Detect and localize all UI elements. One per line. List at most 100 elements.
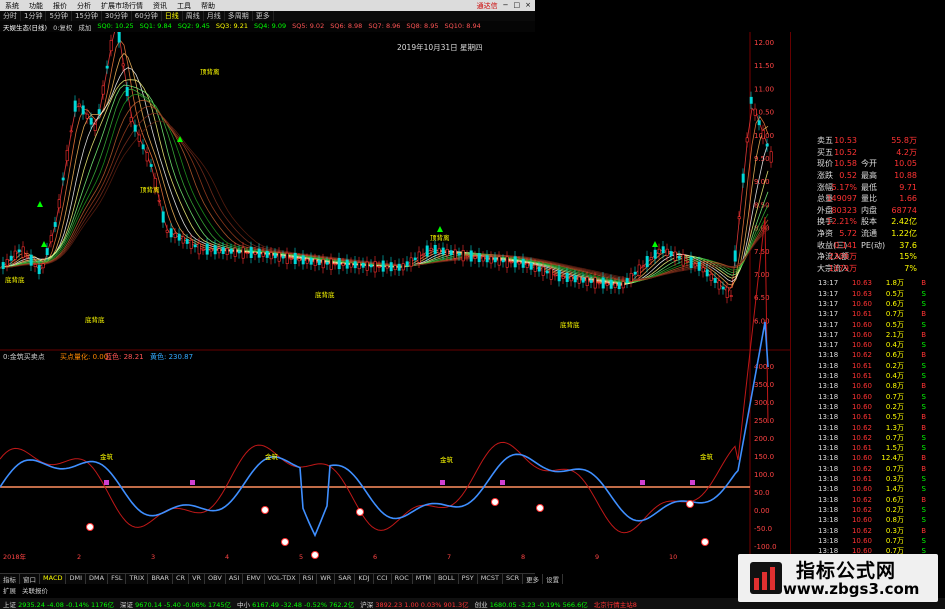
candle-body bbox=[17, 249, 21, 253]
indicator-tab[interactable]: PSY bbox=[459, 574, 478, 584]
index-quote[interactable]: 深证 9670.14 -5.40 -0.06% 1745亿 bbox=[117, 599, 234, 609]
tick-price: 10.60 bbox=[851, 485, 872, 494]
period-tab[interactable]: 1分钟 bbox=[21, 11, 47, 21]
indicator-tab[interactable]: VOL-TDX bbox=[265, 574, 300, 584]
index-quote[interactable]: 创业 1680.05 -3.23 -0.19% 566.6亿 bbox=[472, 599, 591, 609]
indicator-tab[interactable]: WR bbox=[317, 574, 336, 584]
candle-body bbox=[361, 262, 365, 268]
indicator-tab[interactable]: MCST bbox=[478, 574, 503, 584]
index-quote[interactable]: 北京行情主站8 bbox=[591, 599, 640, 609]
menu-item[interactable]: 系统 bbox=[0, 1, 24, 11]
indicator-tab[interactable]: CCI bbox=[374, 574, 392, 584]
tick-price: 10.60 bbox=[851, 454, 872, 463]
indicator-tab[interactable]: 窗口 bbox=[20, 574, 40, 584]
index-name: 中小 bbox=[237, 600, 253, 609]
indicator-tab[interactable]: CR bbox=[173, 574, 190, 584]
indicator-tab[interactable]: DMA bbox=[86, 574, 109, 584]
indicator-tab[interactable]: EMV bbox=[243, 574, 265, 584]
index-values: 3892.23 1.00 0.03% 901.3亿 bbox=[375, 600, 469, 609]
x-tick: 7 bbox=[447, 553, 451, 560]
menu-bar: 系统 功能 报价 分析 扩展市场行情 资讯 工具 帮助 通达信 − □ × bbox=[0, 0, 535, 11]
menu-item[interactable]: 帮助 bbox=[196, 1, 220, 11]
indicator-tab[interactable]: ASI bbox=[226, 574, 244, 584]
tab-related-quote[interactable]: 关联报价 bbox=[19, 585, 51, 596]
tick-volume: 0.5万 bbox=[885, 413, 904, 422]
indicator-tab[interactable]: 更多 bbox=[523, 574, 544, 584]
tick-price: 10.61 bbox=[851, 475, 872, 484]
period-tab[interactable]: 更多 bbox=[253, 11, 274, 21]
period-tab[interactable]: 30分钟 bbox=[102, 11, 132, 21]
menu-item[interactable]: 功能 bbox=[24, 1, 48, 11]
buy-point-icon bbox=[356, 508, 364, 516]
tick-time: 13:17 bbox=[818, 341, 839, 350]
tick-time: 13:18 bbox=[818, 361, 839, 370]
period-tab[interactable]: 日线 bbox=[162, 11, 183, 21]
period-tab[interactable]: 5分钟 bbox=[46, 11, 72, 21]
tick-price: 10.62 bbox=[851, 464, 872, 473]
candle-body bbox=[425, 245, 429, 257]
candle-body bbox=[505, 256, 509, 268]
indicator-tab[interactable]: MACD bbox=[40, 574, 67, 584]
indicator-tab[interactable]: 设置 bbox=[543, 574, 564, 584]
candle-body bbox=[569, 276, 573, 282]
indicator-tab[interactable]: FSL bbox=[108, 574, 127, 584]
tick-time: 13:18 bbox=[818, 454, 839, 463]
candle-body bbox=[289, 258, 293, 260]
indicator-tab[interactable]: ROC bbox=[392, 574, 413, 584]
kline-chart[interactable]: 12.0011.5011.0010.5010.009.509.008.508.0… bbox=[0, 32, 790, 560]
y-tick-upper: 6.00 bbox=[754, 317, 770, 325]
indicator-tab[interactable]: OBV bbox=[205, 574, 226, 584]
indicator-tab[interactable]: DMI bbox=[66, 574, 87, 584]
period-tab[interactable]: 60分钟 bbox=[132, 11, 162, 21]
indicator-tab[interactable]: 指标 bbox=[0, 574, 20, 584]
y-tick-upper: 11.50 bbox=[754, 62, 774, 70]
menu-item[interactable]: 扩展市场行情 bbox=[96, 1, 148, 11]
indicator-tab[interactable]: BRAR bbox=[148, 574, 173, 584]
indicator-tab[interactable]: TRIX bbox=[126, 574, 149, 584]
minimize-icon[interactable]: − bbox=[503, 1, 509, 11]
quote-row: 涨幅 5.17% 最低 9.71 bbox=[791, 181, 945, 193]
index-quote[interactable]: 沪深 3892.23 1.00 0.03% 901.3亿 bbox=[357, 599, 471, 609]
candle-body bbox=[117, 32, 121, 43]
candle-body bbox=[549, 268, 553, 280]
indicator-tab[interactable]: MTM bbox=[413, 574, 435, 584]
indicator-tab[interactable]: SCR bbox=[503, 574, 524, 584]
quote-row: 涨跌 0.52 最高 10.88 bbox=[791, 170, 945, 182]
candle-body bbox=[129, 117, 133, 122]
tick-volume: 0.7万 bbox=[885, 310, 904, 319]
date-label: 2019年10月31日 星期四 bbox=[397, 43, 483, 52]
tick-side: B bbox=[921, 413, 926, 422]
menu-item[interactable]: 分析 bbox=[72, 1, 96, 11]
close-icon[interactable]: × bbox=[525, 1, 531, 11]
index-quote[interactable]: 上证 2935.24 -4.08 -0.14% 1176亿 bbox=[0, 599, 117, 609]
indicator-tab[interactable]: BOLL bbox=[435, 574, 459, 584]
candle-body bbox=[621, 281, 625, 289]
tick-time: 13:18 bbox=[818, 516, 839, 525]
period-tab[interactable]: 分时 bbox=[0, 11, 21, 21]
indicator-tab[interactable]: SAR bbox=[335, 574, 356, 584]
period-tab[interactable]: 月线 bbox=[204, 11, 225, 21]
candle-body bbox=[521, 258, 525, 268]
tab-extension[interactable]: 扩展 bbox=[0, 585, 19, 596]
period-tab[interactable]: 15分钟 bbox=[72, 11, 102, 21]
indicator-tab[interactable]: KDJ bbox=[355, 574, 374, 584]
indicator-tab[interactable]: RSI bbox=[300, 574, 318, 584]
candle-body bbox=[685, 260, 689, 263]
menu-item[interactable]: 资讯 bbox=[148, 1, 172, 11]
tick-price: 10.63 bbox=[851, 289, 872, 298]
quote-label: 量比 bbox=[861, 194, 877, 204]
period-tab[interactable]: 周线 bbox=[183, 11, 204, 21]
tick-row: 13:18 10.62 0.6万 B bbox=[818, 495, 945, 504]
candle-body bbox=[713, 278, 717, 283]
indicator-tab[interactable]: VR bbox=[189, 574, 206, 584]
candle-body bbox=[669, 251, 673, 256]
index-quote[interactable]: 中小 6167.49 -32.48 -0.52% 762.2亿 bbox=[234, 599, 357, 609]
indicator-value: SQ8: 8.95 bbox=[406, 21, 439, 30]
tick-row: 13:18 10.61 0.5万 B bbox=[818, 413, 945, 422]
maximize-icon[interactable]: □ bbox=[514, 1, 521, 11]
candle-body bbox=[513, 256, 517, 268]
period-tab[interactable]: 多周期 bbox=[225, 11, 253, 21]
menu-item[interactable]: 报价 bbox=[48, 1, 72, 11]
candle-body bbox=[97, 109, 101, 114]
menu-item[interactable]: 工具 bbox=[172, 1, 196, 11]
